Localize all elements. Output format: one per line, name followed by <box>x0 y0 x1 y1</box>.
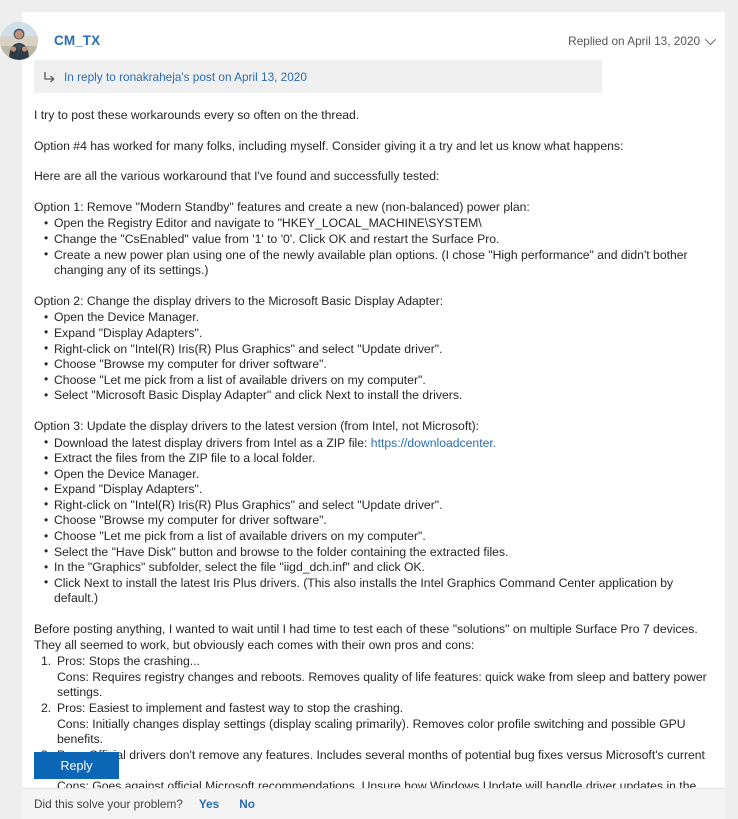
list-item: Open the Device Manager. <box>44 310 718 326</box>
author-name[interactable]: CM_TX <box>54 33 100 48</box>
pros-text: Pros: Easiest to implement and fastest w… <box>57 701 404 715</box>
option-2-list: Open the Device Manager. Expand "Display… <box>34 310 718 404</box>
pros-text: Pros: Official drivers don't remove any … <box>57 747 705 778</box>
list-item: Select the "Have Disk" button and browse… <box>44 544 718 561</box>
page-root: CM_TX Replied on April 13, 2020 In reply… <box>0 0 738 819</box>
solved-no-link[interactable]: No <box>239 797 255 811</box>
in-reply-to-banner[interactable]: In reply to ronakraheja's post on April … <box>34 60 602 93</box>
cons-text: Cons: Requires registry changes and rebo… <box>57 669 707 700</box>
option-1-block: Option 1: Remove "Modern Standby" featur… <box>34 200 718 279</box>
option-3-heading: Option 3: Update the display drivers to … <box>34 418 480 433</box>
pros-text: Pros: Stops the crashing... <box>57 654 200 669</box>
post-body: I try to post these workarounds every so… <box>34 108 718 819</box>
paragraph-intro-3: Here are all the various workaround that… <box>34 169 440 184</box>
list-item-with-link: Download the latest display drivers from… <box>44 435 718 452</box>
user-photo-avatar-icon <box>0 22 38 60</box>
option-3-block: Option 3: Update the display drivers to … <box>34 419 718 607</box>
paragraph-intro-2: Option #4 has worked for many folks, inc… <box>34 138 624 153</box>
page-background-strip <box>0 0 22 819</box>
list-item: Extract the files from the ZIP file to a… <box>44 451 718 467</box>
cons-text: Cons: Initially changes display settings… <box>57 716 686 747</box>
option-1-heading: Option 1: Remove "Modern Standby" featur… <box>34 199 530 214</box>
pros-cons-block: Before posting anything, I wanted to wai… <box>34 622 718 810</box>
chevron-down-icon <box>704 33 717 46</box>
list-item: Change the "CsEnabled" value from '1' to… <box>44 231 718 248</box>
solved-yes-link[interactable]: Yes <box>199 797 219 811</box>
download-text: Download the latest display drivers from… <box>54 435 371 450</box>
post-header: CM_TX Replied on April 13, 2020 <box>0 12 725 60</box>
list-item: Pros: Easiest to implement and fastest w… <box>41 701 718 748</box>
in-reply-to-link[interactable]: In reply to ronakraheja's post on April … <box>64 70 307 84</box>
list-item: Click Next to install the latest Iris Pl… <box>44 575 718 607</box>
pros-cons-list: Pros: Stops the crashing... Cons: Requir… <box>34 654 718 810</box>
list-item: Select "Microsoft Basic Display Adapter"… <box>44 388 718 404</box>
list-item: Open the Registry Editor and navigate to… <box>44 216 718 232</box>
option-3-list: Download the latest display drivers from… <box>34 435 718 608</box>
paragraph-intro-1: I try to post these workarounds every so… <box>34 108 360 122</box>
option-2-block: Option 2: Change the display drivers to … <box>34 294 718 404</box>
post-card: CM_TX Replied on April 13, 2020 In reply… <box>0 12 725 809</box>
option-1-list: Open the Registry Editor and navigate to… <box>34 216 718 278</box>
list-item: Choose "Browse my computer for driver so… <box>44 513 718 529</box>
list-item: Right-click on "Intel(R) Iris(R) Plus Gr… <box>44 341 718 358</box>
solved-question: Did this solve your problem? <box>34 797 183 811</box>
intel-download-link[interactable]: https://downloadcenter. <box>371 436 496 450</box>
avatar[interactable] <box>0 22 38 60</box>
list-item: In the "Graphics" subfolder, select the … <box>44 560 718 576</box>
reply-button[interactable]: Reply <box>34 752 119 779</box>
list-item: Create a new power plan using one of the… <box>44 247 718 279</box>
list-item: Expand "Display Adapters". <box>44 482 718 498</box>
list-item: Open the Device Manager. <box>44 466 718 483</box>
list-item: Choose "Let me pick from a list of avail… <box>44 529 718 545</box>
list-item: Pros: Stops the crashing... Cons: Requir… <box>41 654 718 701</box>
solved-footer: Did this solve your problem? Yes No <box>22 789 725 819</box>
list-item: Choose "Browse my computer for driver so… <box>44 357 718 373</box>
replied-on-toggle[interactable]: Replied on April 13, 2020 <box>568 33 717 48</box>
pros-cons-lead: Before posting anything, I wanted to wai… <box>34 622 698 652</box>
reply-arrow-icon <box>34 70 64 84</box>
list-item: Right-click on "Intel(R) Iris(R) Plus Gr… <box>44 497 718 514</box>
list-item: Choose "Let me pick from a list of avail… <box>44 372 718 389</box>
replied-on-label: Replied on April 13, 2020 <box>568 34 700 48</box>
list-item: Expand "Display Adapters". <box>44 325 718 342</box>
option-2-heading: Option 2: Change the display drivers to … <box>34 293 444 308</box>
